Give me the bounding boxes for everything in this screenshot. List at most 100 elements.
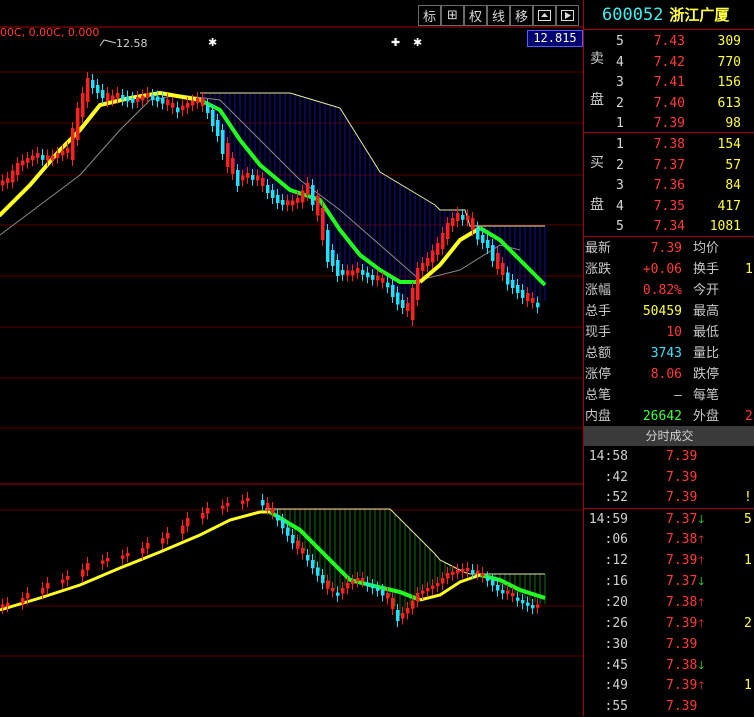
tick-row[interactable]: 14:58 7.39 bbox=[584, 447, 754, 467]
candle-body bbox=[516, 285, 520, 293]
candle-body bbox=[161, 98, 165, 104]
mini-candle-body bbox=[126, 553, 130, 557]
candle-body bbox=[416, 268, 420, 300]
sell-row[interactable]: 4 7.42 770 bbox=[612, 52, 754, 73]
tick-time: :06 bbox=[604, 532, 628, 547]
tick-volume: ! bbox=[744, 490, 752, 505]
event-marker[interactable]: ✱ bbox=[208, 36, 217, 49]
stock-title[interactable]: 600052 浙江广厦 bbox=[584, 0, 754, 30]
sell-row[interactable]: 1 7.39 98 bbox=[612, 113, 754, 134]
window-button[interactable] bbox=[533, 5, 556, 26]
tick-row[interactable]: :45 7.38🡓 bbox=[584, 656, 754, 676]
tick-row[interactable]: :06 7.38🡑 bbox=[584, 530, 754, 550]
buy-row[interactable]: 3 7.36 84 bbox=[612, 175, 754, 196]
mini-candle-body bbox=[506, 590, 510, 594]
candle-body bbox=[96, 85, 100, 93]
tick-row[interactable]: :12 7.39🡑 1 bbox=[584, 551, 754, 571]
buy-order-book: 买 盘 1 7.38 154 2 7.37 57 3 7.36 84 4 7.35 417 5 7.34 1… bbox=[584, 133, 754, 237]
tick-time: :16 bbox=[604, 574, 628, 589]
mini-candle-body bbox=[221, 505, 225, 509]
mini-candle-body bbox=[166, 533, 170, 539]
buy-level: 2 bbox=[616, 157, 624, 173]
buy-level: 5 bbox=[616, 219, 624, 234]
candle-body bbox=[461, 215, 465, 220]
buy-label-top: 买 bbox=[590, 155, 604, 171]
mini-candle-body bbox=[226, 503, 230, 507]
buy-row[interactable]: 5 7.34 1081 bbox=[612, 216, 754, 237]
sell-level: 3 bbox=[616, 75, 624, 90]
mini-candle-body bbox=[501, 590, 505, 594]
rights-button[interactable]: 权 bbox=[464, 5, 487, 26]
buy-row[interactable]: 4 7.35 417 bbox=[612, 196, 754, 217]
candle-body bbox=[456, 213, 460, 221]
tick-price: 7.39 bbox=[666, 699, 698, 714]
tick-row[interactable]: :20 7.38🡑 bbox=[584, 593, 754, 613]
quote-label-2: 跌停 bbox=[693, 367, 720, 382]
mini-candle-body bbox=[121, 555, 125, 559]
crosshair-button[interactable]: ⊞ bbox=[441, 5, 464, 26]
move-button[interactable]: 移 bbox=[510, 5, 533, 26]
mini-candle-body bbox=[421, 590, 425, 594]
sell-price: 7.40 bbox=[653, 95, 685, 111]
kline-chart-area[interactable]: 00C, 0.00C, 0.000 12.58 ✱ ✚ ✱ 12.815 标 ⊞… bbox=[0, 0, 583, 716]
tick-row[interactable]: :42 7.39 bbox=[584, 468, 754, 488]
fullscreen-button[interactable] bbox=[556, 5, 579, 26]
quote-label-2: 最高 bbox=[693, 304, 720, 319]
quote-value-2: 23 bbox=[745, 409, 754, 424]
arrow-down-icon: 🡓 bbox=[698, 659, 705, 672]
event-marker-plus[interactable]: ✚ bbox=[391, 36, 400, 49]
tick-row[interactable]: :26 7.39🡑 2 bbox=[584, 614, 754, 634]
mini-candle-body bbox=[261, 500, 265, 506]
candle-body bbox=[201, 98, 205, 106]
kline-chart[interactable] bbox=[0, 0, 583, 716]
candle-body bbox=[21, 160, 25, 166]
tick-row[interactable]: :49 7.39🡑 1 bbox=[584, 676, 754, 696]
candle-body bbox=[436, 243, 440, 255]
quote-label: 现手 bbox=[585, 325, 612, 340]
candle-body bbox=[481, 235, 485, 243]
sell-price: 7.43 bbox=[653, 34, 685, 49]
tick-price: 7.39 bbox=[666, 637, 698, 652]
candle-body bbox=[266, 185, 270, 193]
tick-price: 7.37 bbox=[666, 512, 698, 527]
mini-candle-body bbox=[331, 588, 335, 592]
mini-candle-body bbox=[361, 578, 365, 582]
tick-row[interactable]: :52 7.39! bbox=[584, 488, 754, 508]
candle-body bbox=[501, 263, 505, 275]
mini-candle-body bbox=[406, 608, 410, 614]
tick-list-header[interactable]: 分时成交 bbox=[584, 426, 754, 446]
sell-row[interactable]: 3 7.41 156 bbox=[612, 72, 754, 93]
mark-button[interactable]: 标 bbox=[418, 5, 441, 26]
mini-candle-body bbox=[306, 555, 310, 561]
quote-label-2: 每笔 bbox=[693, 388, 720, 403]
buy-price: 7.34 bbox=[653, 219, 685, 234]
tick-volume: 2 bbox=[744, 616, 752, 631]
mini-candle-body bbox=[491, 580, 495, 586]
sell-level: 2 bbox=[616, 95, 624, 111]
event-marker[interactable]: ✱ bbox=[413, 36, 422, 49]
tick-row[interactable]: :55 7.39 bbox=[584, 697, 754, 717]
tick-row[interactable]: :16 7.37🡓 bbox=[584, 572, 754, 592]
quote-value: 10 bbox=[666, 325, 682, 340]
buy-row[interactable]: 2 7.37 57 bbox=[612, 155, 754, 176]
sell-volume: 156 bbox=[717, 75, 741, 90]
window-icon bbox=[538, 10, 551, 21]
mini-candle-body bbox=[511, 593, 515, 597]
mini-candle-body bbox=[146, 543, 150, 549]
sell-row[interactable]: 5 7.43 309 bbox=[612, 31, 754, 52]
candle-body bbox=[46, 155, 50, 161]
candle-body bbox=[31, 155, 35, 161]
candle-body bbox=[51, 155, 55, 161]
tick-row[interactable]: :30 7.39 bbox=[584, 635, 754, 655]
tick-row[interactable]: 14:59 7.37🡓 5 bbox=[584, 510, 754, 530]
buy-row[interactable]: 1 7.38 154 bbox=[612, 134, 754, 155]
sell-row[interactable]: 2 7.40 613 bbox=[612, 93, 754, 114]
line-button[interactable]: 线 bbox=[487, 5, 510, 26]
mini-candle-body bbox=[41, 588, 45, 594]
mini-candle-body bbox=[281, 520, 285, 529]
candle-body bbox=[151, 95, 155, 100]
buy-volume: 1081 bbox=[709, 219, 741, 234]
candle-body bbox=[86, 78, 90, 102]
mini-candle-body bbox=[161, 538, 165, 544]
tick-time: :49 bbox=[604, 678, 628, 693]
